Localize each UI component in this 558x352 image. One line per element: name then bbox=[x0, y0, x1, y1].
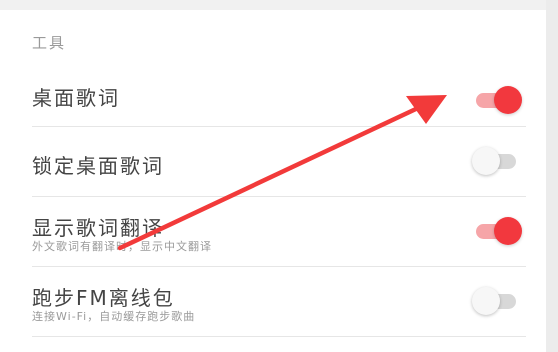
page-edge bbox=[546, 0, 558, 352]
setting-title: 跑步FM离线包 bbox=[32, 286, 175, 310]
setting-subtitle: 连接Wi-Fi，自动缓存跑步歌曲 bbox=[32, 310, 196, 323]
section-header-tools: 工具 bbox=[32, 34, 67, 52]
divider bbox=[32, 196, 526, 197]
setting-subtitle: 外文歌词有翻译时，显示中文翻译 bbox=[32, 240, 212, 253]
running-fm-offline-toggle[interactable] bbox=[468, 286, 528, 316]
setting-row-desktop-lyrics[interactable]: 桌面歌词 bbox=[0, 70, 546, 130]
divider bbox=[32, 336, 526, 337]
toggle-knob bbox=[494, 217, 522, 245]
lyrics-translation-toggle[interactable] bbox=[468, 216, 528, 246]
settings-screen: 工具 桌面歌词 锁定桌面歌词 显示歌词翻译 外文歌词有翻译时，显示中文翻译 跑步… bbox=[0, 0, 558, 352]
setting-row-lyrics-translation[interactable]: 显示歌词翻译 外文歌词有翻译时，显示中文翻译 bbox=[0, 204, 546, 266]
toggle-knob bbox=[472, 147, 500, 175]
setting-row-running-fm-offline[interactable]: 跑步FM离线包 连接Wi-Fi，自动缓存跑步歌曲 bbox=[0, 274, 546, 336]
settings-card: 工具 桌面歌词 锁定桌面歌词 显示歌词翻译 外文歌词有翻译时，显示中文翻译 跑步… bbox=[0, 10, 546, 352]
toggle-knob bbox=[472, 287, 500, 315]
toggle-knob bbox=[494, 86, 522, 114]
divider bbox=[32, 126, 526, 127]
lock-lyrics-toggle[interactable] bbox=[468, 146, 528, 176]
divider bbox=[32, 266, 526, 267]
setting-title: 显示歌词翻译 bbox=[32, 216, 164, 240]
setting-row-lock-lyrics[interactable]: 锁定桌面歌词 bbox=[0, 136, 546, 196]
setting-title: 锁定桌面歌词 bbox=[32, 154, 164, 178]
setting-title: 桌面歌词 bbox=[32, 86, 120, 110]
desktop-lyrics-toggle[interactable] bbox=[468, 85, 528, 115]
